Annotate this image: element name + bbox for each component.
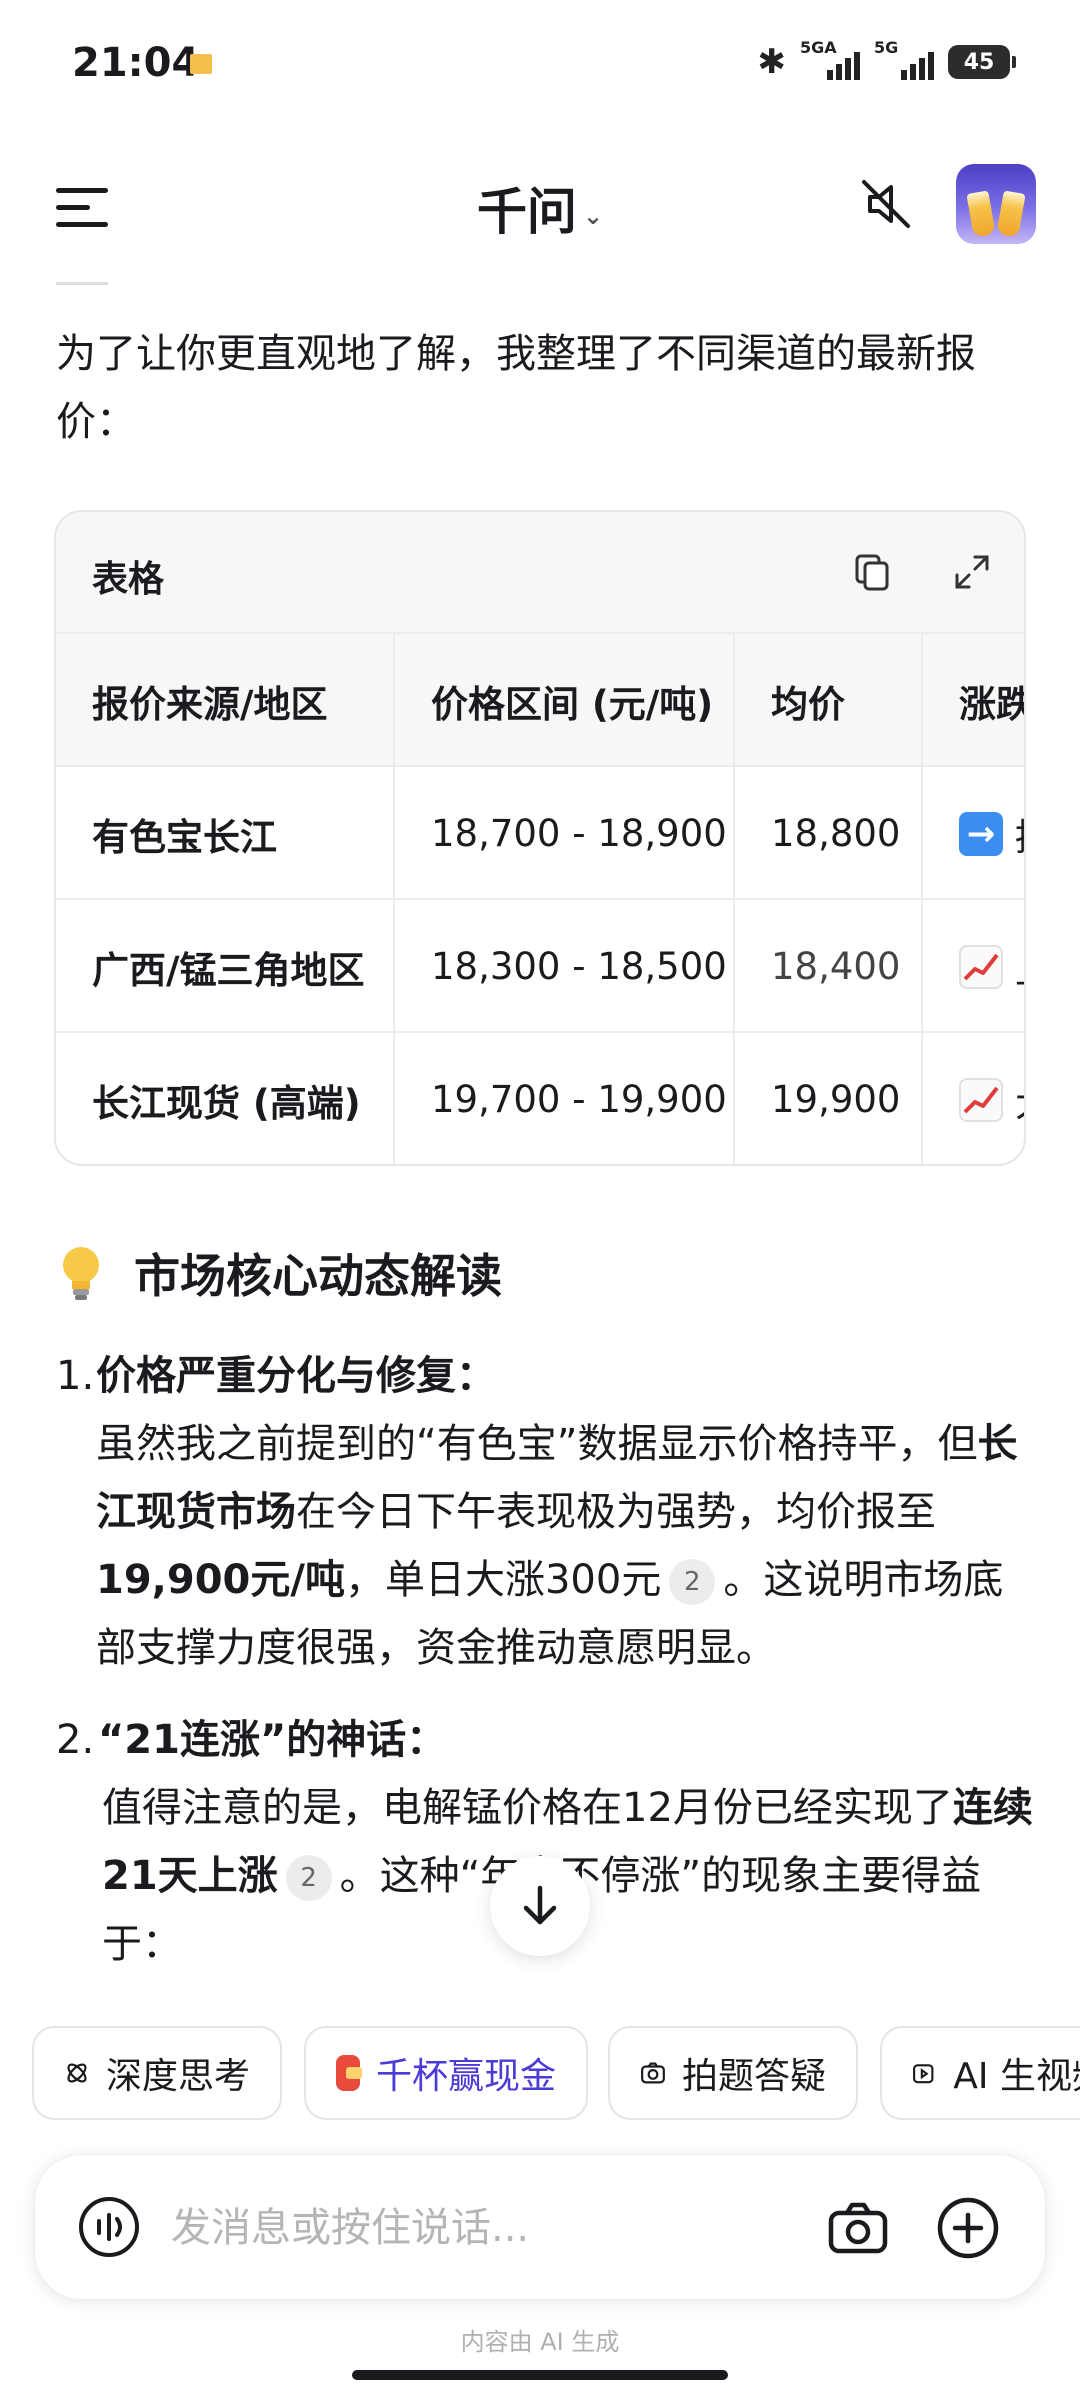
right-arrow-icon [959, 811, 1003, 856]
body-bold: 19,900元/吨 [96, 1557, 345, 1603]
red-envelope-icon [336, 2055, 362, 2091]
notification-icon [190, 54, 212, 74]
list-item-title: 价格严重分化与修复： [96, 1353, 496, 1399]
intro-text: 为了让你更直观地了解，我整理了不同渠道的最新报价： [56, 331, 976, 445]
table-card: 表格 报价来源/地区 价格区间 (元/吨) 均价 涨跌 有色宝长江 18,700… [54, 510, 1026, 1166]
table-cell-avg: 18,400 [735, 900, 923, 1033]
table-cell-source: 广西/锰三角地区 [56, 900, 395, 1033]
voice-button[interactable] [77, 2195, 141, 2259]
body-text: 值得注意的是，电解锰价格在12月份已经实现了 [102, 1785, 953, 1831]
app-header: 千问 ⌄ [0, 150, 1080, 260]
list-item-title: “21连涨”的神话： [98, 1717, 447, 1763]
chip-cash-reward[interactable]: 千杯赢现金 [304, 2026, 588, 2120]
model-selector[interactable]: 千问 ⌄ [0, 172, 1080, 244]
signal-tag-2: 5G [874, 38, 899, 57]
ai-disclaimer: 内容由 AI 生成 [460, 2328, 620, 2356]
table-header-cell: 报价来源/地区 [56, 634, 395, 767]
trend-label: 大涨 [1015, 1073, 1024, 1127]
chart-increasing-icon [959, 944, 1003, 989]
body-text: 在今日下午表现极为强势，均价报至 [296, 1489, 936, 1535]
table-cell-range: 18,300 - 18,500 [395, 900, 735, 1033]
battery-level: 45 [963, 49, 995, 75]
expand-icon[interactable] [952, 552, 992, 592]
chip-photo-question[interactable]: 拍题答疑 [608, 2026, 858, 2120]
table-row: 广西/锰三角地区 18,300 - 18,500 18,400 上涨 [56, 898, 1024, 1033]
status-time: 21:04 [72, 40, 200, 86]
table-header-cell: 涨跌 [923, 634, 1024, 767]
scroll-down-button[interactable] [490, 1856, 590, 1956]
table-title: 表格 [92, 559, 165, 600]
bluetooth-icon: ✱ [757, 42, 787, 82]
app-title: 千问 [476, 183, 577, 241]
chip-ai-video[interactable]: AI 生视频 [880, 2026, 1080, 2120]
table-cell-range: 19,700 - 19,900 [395, 1033, 735, 1164]
citation-badge[interactable]: 2 [285, 1855, 332, 1901]
table-row: 有色宝长江 18,700 - 18,900 18,800 持平 [56, 765, 1024, 900]
list-number: 1. [56, 1353, 95, 1399]
table-header-cell: 均价 [735, 634, 923, 767]
signal-icon-2: 5G [874, 38, 934, 80]
table-cell-trend: 持平 [923, 767, 1024, 900]
add-button[interactable] [935, 2195, 1001, 2261]
table-card-header: 表格 [56, 512, 1024, 632]
status-bar: 21:04 ✱ 5GA 5G 45 [0, 0, 1080, 130]
table-cell-source: 有色宝长江 [56, 767, 395, 900]
list-number: 2. [56, 1717, 95, 1763]
table-row: 长江现货 (高端) 19,700 - 19,900 19,900 大涨 [56, 1031, 1024, 1164]
chart-increasing-icon [959, 1077, 1003, 1122]
voice-wave-icon [79, 2197, 139, 2257]
table-cell-trend: 上涨 [923, 900, 1024, 1033]
camera-icon [828, 2202, 888, 2254]
table-cell-avg: 18,800 [735, 767, 923, 900]
video-icon [913, 2064, 934, 2084]
chip-deep-think[interactable]: 深度思考 [32, 2026, 282, 2120]
body-text: 虽然我之前提到的“有色宝”数据显示价格持平，但 [96, 1421, 978, 1467]
citation-badge[interactable]: 2 [669, 1559, 716, 1605]
camera-icon [641, 2062, 665, 2084]
arrow-down-icon [523, 1885, 557, 1925]
list-item-body: 虽然我之前提到的“有色宝”数据显示价格持平，但长江现货市场在今日下午表现极为强势… [96, 1410, 1036, 1682]
table-cell-source: 长江现货 (高端) [56, 1033, 395, 1164]
list-item: 1. 价格严重分化与修复： 虽然我之前提到的“有色宝”数据显示价格持平，但长江现… [56, 1342, 1036, 1682]
plus-icon [937, 2197, 999, 2259]
copy-icon[interactable] [852, 552, 892, 592]
chip-label: AI 生视频 [953, 2056, 1080, 2097]
table-cell-range: 18,700 - 18,900 [395, 767, 735, 900]
section-title: 市场核心动态解读 [134, 1249, 502, 1303]
section-heading: 市场核心动态解读 [56, 1240, 502, 1306]
divider [56, 282, 108, 285]
message-input-bar [34, 2154, 1046, 2300]
chip-label: 深度思考 [105, 2056, 250, 2097]
chip-label: 拍题答疑 [681, 2056, 826, 2097]
table-cell-avg: 19,900 [735, 1033, 923, 1164]
message-input[interactable] [171, 2191, 791, 2265]
table-header-cell: 价格区间 (元/吨) [395, 634, 735, 767]
battery-icon: 45 [948, 45, 1016, 79]
table-cell-trend: 大涨 [923, 1033, 1024, 1164]
atom-icon [67, 2063, 87, 2083]
home-indicator[interactable] [352, 2370, 728, 2380]
body-text: ，单日大涨300元 [344, 1557, 662, 1603]
table-header-row: 报价来源/地区 价格区间 (元/吨) 均价 涨跌 [56, 632, 1024, 767]
mute-icon[interactable] [856, 174, 916, 234]
lightbulb-icon [56, 1243, 106, 1303]
signal-icon: 5GA [800, 38, 860, 80]
quick-actions: 深度思考 千杯赢现金 拍题答疑 AI 生视频 [32, 2026, 1080, 2122]
chip-label: 千杯赢现金 [375, 2056, 556, 2097]
trend-label: 上涨 [1015, 940, 1024, 994]
trend-label: 持平 [1015, 807, 1024, 861]
avatar[interactable] [956, 164, 1036, 244]
chevron-down-icon: ⌄ [582, 201, 604, 230]
camera-button[interactable] [825, 2195, 891, 2261]
